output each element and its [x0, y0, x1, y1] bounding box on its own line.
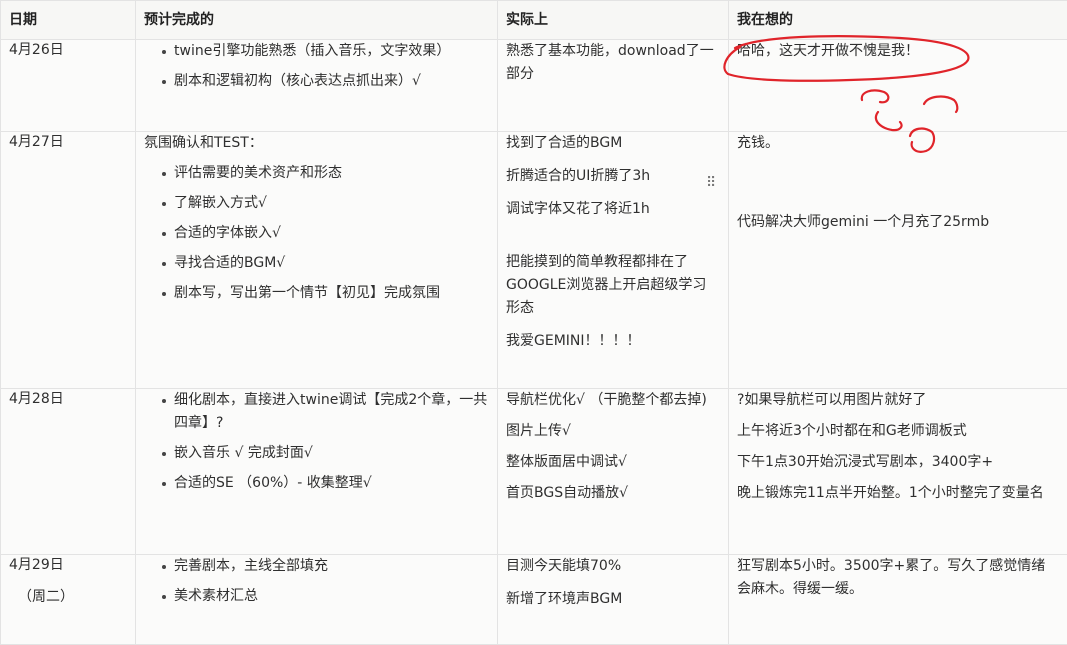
list-item: 剧本和逻辑初构（核心表达点抓出来）√: [144, 70, 489, 93]
actual-cell[interactable]: 熟悉了基本功能，download了一部分: [498, 40, 729, 132]
weekday-text: （周二）: [9, 587, 127, 607]
date-text: 4月28日: [9, 389, 127, 409]
date-text: 4月29日: [9, 555, 127, 575]
plan-table: 日期 预计完成的 实际上 我在想的 4月26日 twine引擎功能熟悉（插入音乐…: [0, 0, 1067, 645]
date-text: 4月26日: [9, 40, 127, 60]
actual-cell[interactable]: 找到了合适的BGM 折腾适合的UI折腾了3h 调试字体又花了将近1h 把能摸到的…: [498, 132, 729, 389]
date-cell[interactable]: 4月27日: [1, 132, 136, 389]
actual-text: 图片上传√: [506, 420, 720, 443]
plan-cell[interactable]: 氛围确认和TEST： 评估需要的美术资产和形态 了解嵌入方式√ 合适的字体嵌入√…: [136, 132, 498, 389]
header-thinking[interactable]: 我在想的: [729, 1, 1067, 40]
thinking-text: ?如果导航栏可以用图片就好了: [737, 389, 1059, 412]
actual-text: 导航栏优化√ （干脆整个都去掉): [506, 389, 720, 412]
thinking-text: 狂写剧本5小时。3500字+累了。写久了感觉情绪会麻木。得缓一缓。: [737, 555, 1059, 601]
header-row: 日期 预计完成的 实际上 我在想的: [1, 1, 1067, 40]
thinking-text: 晚上锻炼完11点半开始整。1个小时整完了变量名: [737, 482, 1059, 505]
list-item: 了解嵌入方式√: [144, 192, 489, 215]
thinking-text: 下午1点30开始沉浸式写剧本，3400字+: [737, 451, 1059, 474]
actual-text: 整体版面居中调试√: [506, 451, 720, 474]
plan-lead: 氛围确认和TEST：: [144, 132, 489, 155]
date-text: 4月27日: [9, 132, 127, 152]
actual-cell[interactable]: 导航栏优化√ （干脆整个都去掉) 图片上传√ 整体版面居中调试√ 首页BGS自动…: [498, 389, 729, 555]
thinking-cell[interactable]: 哈哈，这天才开做不愧是我！: [729, 40, 1067, 132]
list-item: 完善剧本，主线全部填充: [144, 555, 489, 578]
table-row: 4月26日 twine引擎功能熟悉（插入音乐，文字效果） 剧本和逻辑初构（核心表…: [1, 40, 1067, 132]
actual-text: 把能摸到的简单教程都排在了GOOGLE浏览器上开启超级学习形态: [506, 251, 720, 320]
actual-text: 首页BGS自动播放√: [506, 482, 720, 505]
header-date[interactable]: 日期: [1, 1, 136, 40]
date-cell[interactable]: 4月28日: [1, 389, 136, 555]
plan-list: twine引擎功能熟悉（插入音乐，文字效果） 剧本和逻辑初构（核心表达点抓出来）…: [144, 40, 489, 93]
plan-list: 细化剧本，直接进入twine调试【完成2个章，一共四章】? 嵌入音乐 √ 完成封…: [144, 389, 489, 495]
date-cell[interactable]: 4月26日: [1, 40, 136, 132]
plan-list: 评估需要的美术资产和形态 了解嵌入方式√ 合适的字体嵌入√ 寻找合适的BGM√ …: [144, 162, 489, 305]
table-row: 4月29日 （周二） 完善剧本，主线全部填充 美术素材汇总 目测今天能填70% …: [1, 555, 1067, 645]
header-plan[interactable]: 预计完成的: [136, 1, 498, 40]
plan-cell[interactable]: 完善剧本，主线全部填充 美术素材汇总: [136, 555, 498, 645]
list-item: 合适的字体嵌入√: [144, 222, 489, 245]
list-item: twine引擎功能熟悉（插入音乐，文字效果）: [144, 40, 489, 63]
actual-text: 调试字体又花了将近1h: [506, 198, 720, 221]
thinking-text: 代码解决大师gemini 一个月充了25rmb: [737, 211, 1059, 234]
list-item: 剧本写，写出第一个情节【初见】完成氛围: [144, 282, 489, 305]
thinking-cell[interactable]: 狂写剧本5小时。3500字+累了。写久了感觉情绪会麻木。得缓一缓。: [729, 555, 1067, 645]
actual-text: 找到了合适的BGM: [506, 132, 720, 155]
plan-cell[interactable]: 细化剧本，直接进入twine调试【完成2个章，一共四章】? 嵌入音乐 √ 完成封…: [136, 389, 498, 555]
list-item: 细化剧本，直接进入twine调试【完成2个章，一共四章】?: [144, 389, 489, 435]
thinking-text: 上午将近3个小时都在和G老师调板式: [737, 420, 1059, 443]
list-item: 评估需要的美术资产和形态: [144, 162, 489, 185]
list-item: 嵌入音乐 √ 完成封面√: [144, 442, 489, 465]
thinking-cell[interactable]: ?如果导航栏可以用图片就好了 上午将近3个小时都在和G老师调板式 下午1点30开…: [729, 389, 1067, 555]
drag-handle-icon[interactable]: ⠿: [706, 176, 715, 190]
header-actual[interactable]: 实际上: [498, 1, 729, 40]
actual-text: 目测今天能填70%: [506, 555, 720, 578]
thinking-text: 哈哈，这天才开做不愧是我！: [737, 40, 1059, 63]
actual-text: 我爱GEMINI！！！！: [506, 330, 720, 353]
thinking-cell[interactable]: 充钱。 代码解决大师gemini 一个月充了25rmb: [729, 132, 1067, 389]
list-item: 寻找合适的BGM√: [144, 252, 489, 275]
list-item: 美术素材汇总: [144, 585, 489, 608]
actual-text: 折腾适合的UI折腾了3h: [506, 165, 720, 188]
list-item: 合适的SE （60%）- 收集整理√: [144, 472, 489, 495]
plan-cell[interactable]: twine引擎功能熟悉（插入音乐，文字效果） 剧本和逻辑初构（核心表达点抓出来）…: [136, 40, 498, 132]
plan-list: 完善剧本，主线全部填充 美术素材汇总: [144, 555, 489, 608]
actual-text: 熟悉了基本功能，download了一部分: [506, 40, 720, 86]
date-cell[interactable]: 4月29日 （周二）: [1, 555, 136, 645]
thinking-text: 充钱。: [737, 132, 1059, 155]
actual-cell[interactable]: 目测今天能填70% 新增了环境声BGM: [498, 555, 729, 645]
table-row: 4月28日 细化剧本，直接进入twine调试【完成2个章，一共四章】? 嵌入音乐…: [1, 389, 1067, 555]
table-row: 4月27日 氛围确认和TEST： 评估需要的美术资产和形态 了解嵌入方式√ 合适…: [1, 132, 1067, 389]
actual-text: 新增了环境声BGM: [506, 588, 720, 611]
